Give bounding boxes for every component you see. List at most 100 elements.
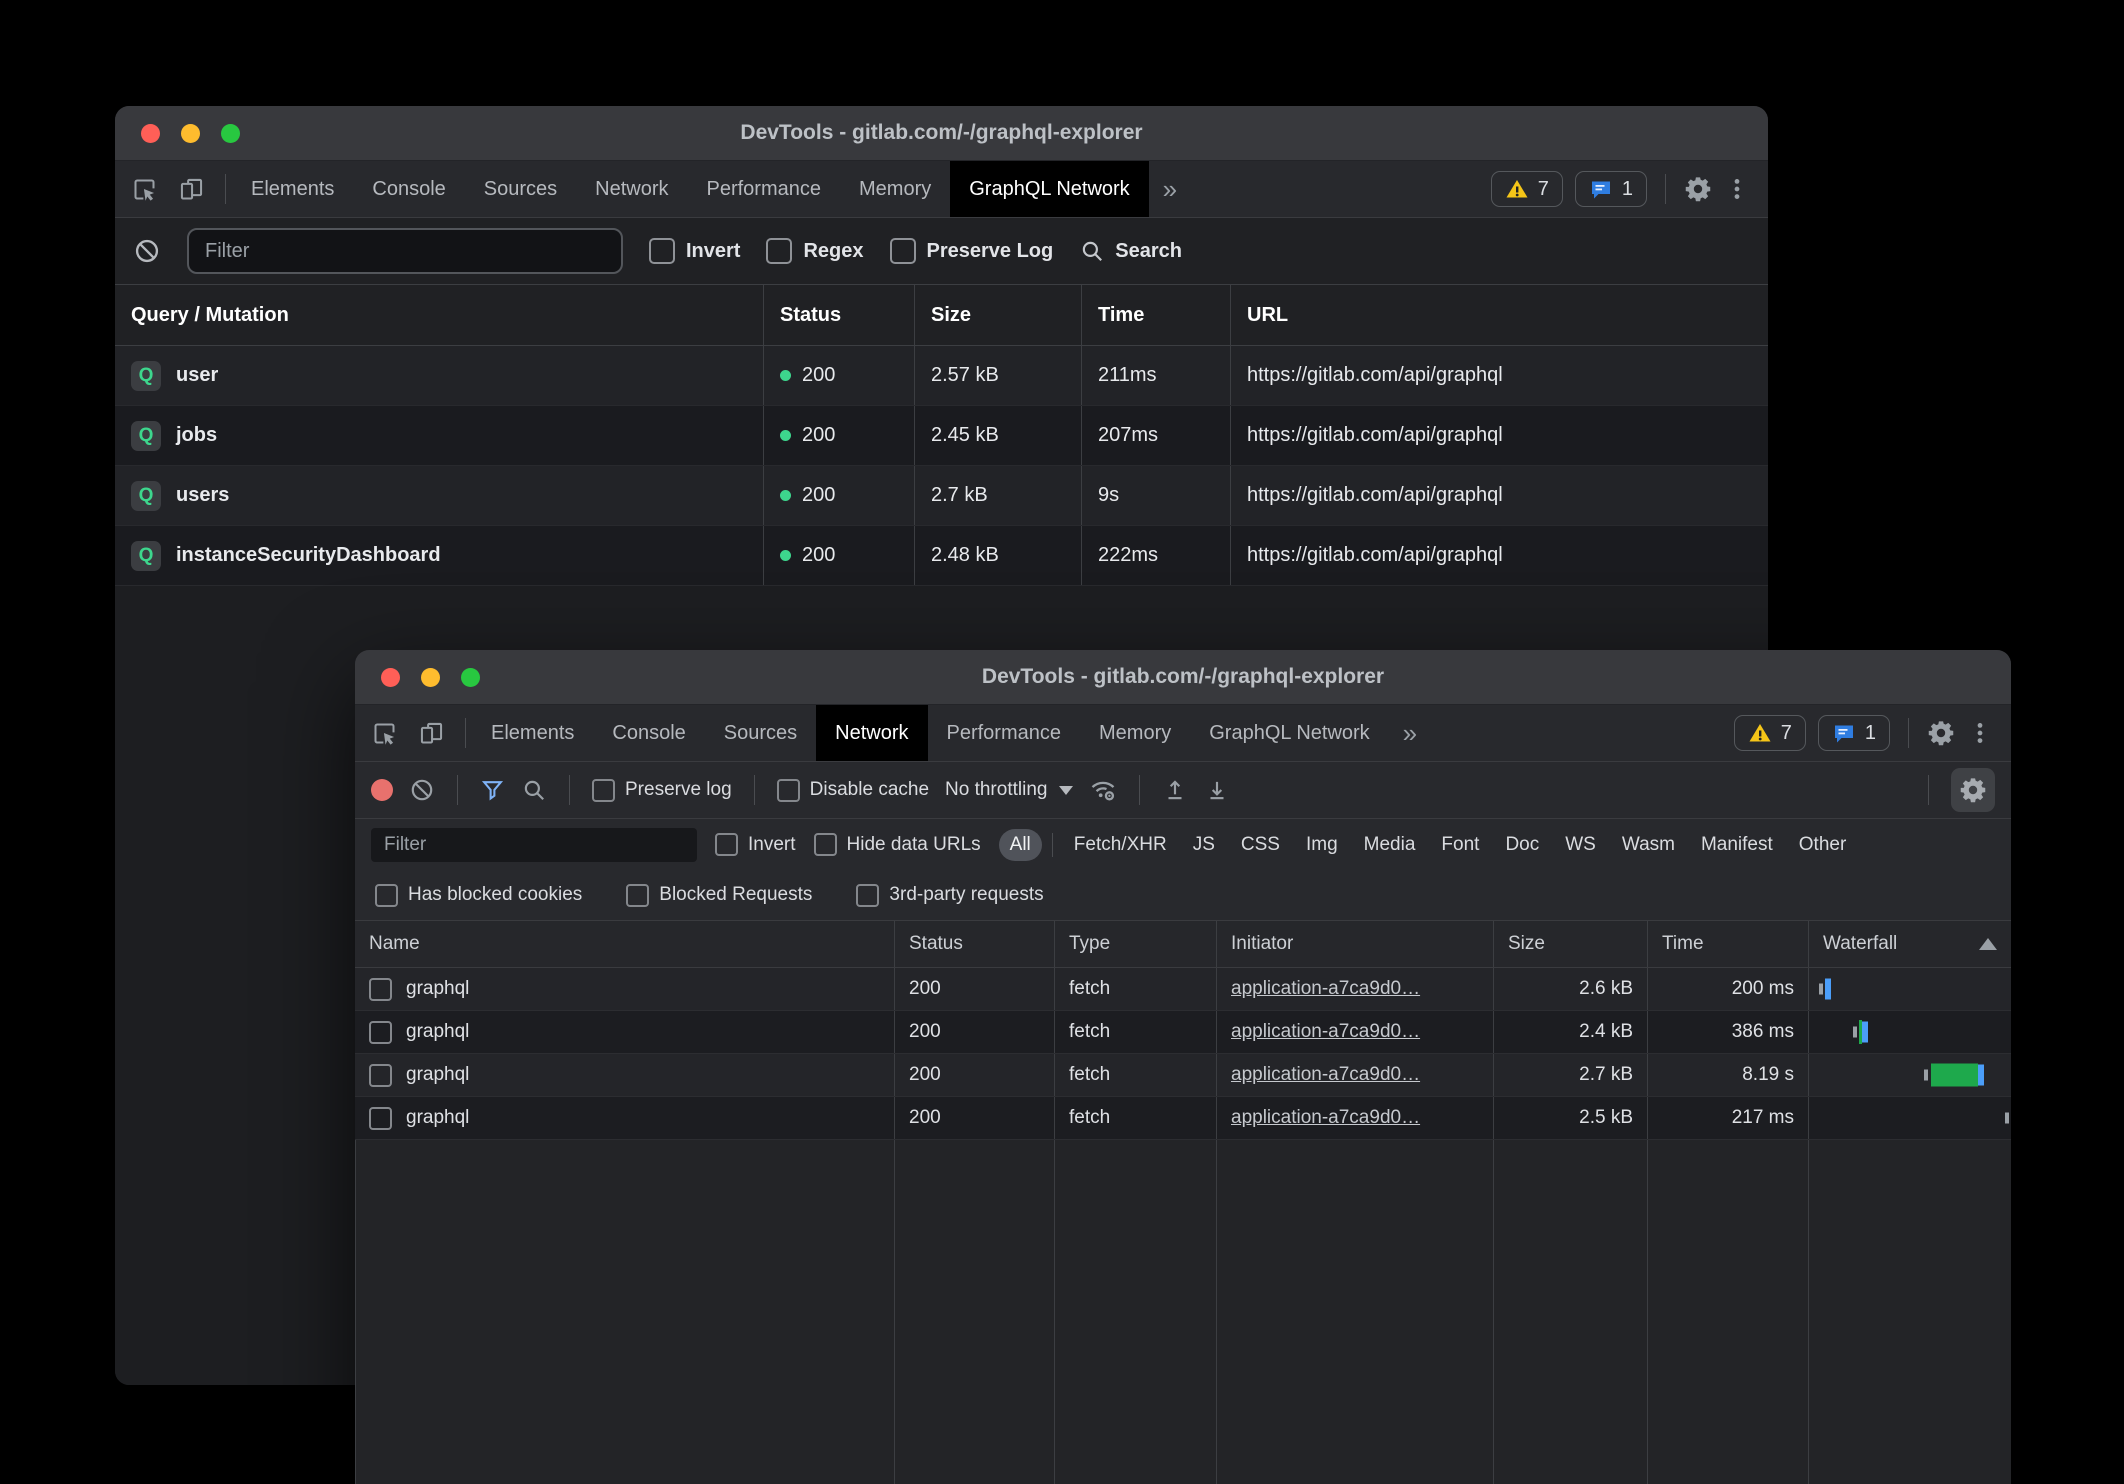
chip-css[interactable]: CSS xyxy=(1230,829,1291,861)
title-bar[interactable]: DevTools - gitlab.com/-/graphql-explorer xyxy=(115,106,1768,161)
warnings-badge[interactable]: 7 xyxy=(1491,171,1563,207)
chip-media[interactable]: Media xyxy=(1353,829,1427,861)
table-row[interactable]: Qjobs 200 2.45 kB 207ms https://gitlab.c… xyxy=(115,406,1768,466)
blocked-requests-checkbox[interactable]: Blocked Requests xyxy=(626,884,812,907)
zoom-window-button[interactable] xyxy=(221,124,240,143)
close-window-button[interactable] xyxy=(381,668,400,687)
tab-memory[interactable]: Memory xyxy=(1080,705,1190,761)
tab-memory[interactable]: Memory xyxy=(840,161,950,217)
messages-badge[interactable]: 1 xyxy=(1575,171,1647,207)
search-icon[interactable] xyxy=(521,777,547,803)
tab-performance[interactable]: Performance xyxy=(688,161,841,217)
kebab-menu-icon[interactable] xyxy=(1967,720,1993,746)
chip-wasm[interactable]: Wasm xyxy=(1611,829,1686,861)
export-har-icon[interactable] xyxy=(1204,777,1230,803)
table-row[interactable]: graphql 200 fetch application-a7ca9d0… 2… xyxy=(355,1011,2011,1054)
column-header-size[interactable]: Size xyxy=(914,285,1081,345)
record-icon[interactable] xyxy=(371,779,393,801)
kebab-menu-icon[interactable] xyxy=(1724,176,1750,202)
table-row[interactable]: Qusers 200 2.7 kB 9s https://gitlab.com/… xyxy=(115,466,1768,526)
column-header-type[interactable]: Type xyxy=(1054,921,1216,967)
row-checkbox[interactable] xyxy=(369,978,392,1001)
chip-img[interactable]: Img xyxy=(1295,829,1349,861)
search-toggle[interactable]: Search xyxy=(1079,238,1182,264)
initiator-link[interactable]: application-a7ca9d0… xyxy=(1231,1064,1420,1086)
inspect-icon[interactable] xyxy=(371,720,398,747)
tab-graphql-network[interactable]: GraphQL Network xyxy=(1190,705,1388,761)
column-header-time[interactable]: Time xyxy=(1647,921,1808,967)
minimize-window-button[interactable] xyxy=(181,124,200,143)
table-row[interactable]: Quser 200 2.57 kB 211ms https://gitlab.c… xyxy=(115,346,1768,406)
invert-checkbox[interactable]: Invert xyxy=(649,238,740,264)
import-har-icon[interactable] xyxy=(1162,777,1188,803)
close-window-button[interactable] xyxy=(141,124,160,143)
hide-data-urls-checkbox[interactable]: Hide data URLs xyxy=(814,833,981,856)
tab-elements[interactable]: Elements xyxy=(472,705,593,761)
tab-network[interactable]: Network xyxy=(816,705,927,761)
tab-performance[interactable]: Performance xyxy=(928,705,1081,761)
tab-console[interactable]: Console xyxy=(593,705,704,761)
column-header-status[interactable]: Status xyxy=(894,921,1054,967)
minimize-window-button[interactable] xyxy=(421,668,440,687)
warnings-badge[interactable]: 7 xyxy=(1734,715,1806,751)
table-row[interactable]: graphql 200 fetch application-a7ca9d0… 2… xyxy=(355,968,2011,1011)
chip-fetch-xhr[interactable]: Fetch/XHR xyxy=(1063,829,1178,861)
filter-input[interactable]: Filter xyxy=(187,228,623,274)
filter-input[interactable]: Filter xyxy=(371,828,697,862)
messages-badge[interactable]: 1 xyxy=(1818,715,1890,751)
row-checkbox[interactable] xyxy=(369,1064,392,1087)
column-header-initiator[interactable]: Initiator xyxy=(1216,921,1493,967)
chip-all[interactable]: All xyxy=(999,829,1042,861)
status-dot xyxy=(780,370,791,381)
table-row[interactable]: graphql 200 fetch application-a7ca9d0… 2… xyxy=(355,1054,2011,1097)
device-toolbar-icon[interactable] xyxy=(178,176,205,203)
preserve-log-checkbox[interactable]: Preserve Log xyxy=(890,238,1054,264)
throttling-dropdown[interactable]: No throttling xyxy=(945,779,1073,801)
tab-elements[interactable]: Elements xyxy=(232,161,353,217)
preserve-log-checkbox[interactable]: Preserve log xyxy=(592,779,732,802)
table-row[interactable]: QinstanceSecurityDashboard 200 2.48 kB 2… xyxy=(115,526,1768,586)
tab-sources[interactable]: Sources xyxy=(465,161,576,217)
column-header-query-mutation[interactable]: Query / Mutation xyxy=(115,285,763,345)
has-blocked-cookies-checkbox[interactable]: Has blocked cookies xyxy=(375,884,582,907)
chip-doc[interactable]: Doc xyxy=(1494,829,1550,861)
clear-icon[interactable] xyxy=(409,777,435,803)
column-header-waterfall[interactable]: Waterfall xyxy=(1808,921,2011,967)
third-party-requests-checkbox[interactable]: 3rd-party requests xyxy=(856,884,1043,907)
tab-network[interactable]: Network xyxy=(576,161,687,217)
column-header-size[interactable]: Size xyxy=(1493,921,1647,967)
chip-other[interactable]: Other xyxy=(1788,829,1858,861)
regex-checkbox[interactable]: Regex xyxy=(766,238,863,264)
tab-console[interactable]: Console xyxy=(353,161,464,217)
inspect-icon[interactable] xyxy=(131,176,158,203)
filter-funnel-icon[interactable] xyxy=(480,778,505,803)
gear-icon[interactable] xyxy=(1927,719,1955,747)
chip-manifest[interactable]: Manifest xyxy=(1690,829,1784,861)
row-checkbox[interactable] xyxy=(369,1107,392,1130)
initiator-link[interactable]: application-a7ca9d0… xyxy=(1231,1107,1420,1129)
column-header-name[interactable]: Name xyxy=(355,921,894,967)
initiator-link[interactable]: application-a7ca9d0… xyxy=(1231,978,1420,1000)
more-tabs-button[interactable]: » xyxy=(1389,705,1431,761)
initiator-link[interactable]: application-a7ca9d0… xyxy=(1231,1021,1420,1043)
chip-font[interactable]: Font xyxy=(1430,829,1490,861)
gear-icon[interactable] xyxy=(1684,175,1712,203)
row-checkbox[interactable] xyxy=(369,1021,392,1044)
block-icon[interactable] xyxy=(133,237,161,265)
network-settings-gear-icon[interactable] xyxy=(1951,768,1995,812)
disable-cache-checkbox[interactable]: Disable cache xyxy=(777,779,929,802)
chip-ws[interactable]: WS xyxy=(1554,829,1607,861)
tab-graphql-network[interactable]: GraphQL Network xyxy=(950,161,1148,217)
more-tabs-button[interactable]: » xyxy=(1149,161,1191,217)
zoom-window-button[interactable] xyxy=(461,668,480,687)
column-header-status[interactable]: Status xyxy=(763,285,914,345)
title-bar[interactable]: DevTools - gitlab.com/-/graphql-explorer xyxy=(355,650,2011,705)
invert-checkbox[interactable]: Invert xyxy=(715,833,796,856)
column-header-url[interactable]: URL xyxy=(1230,285,1768,345)
column-header-time[interactable]: Time xyxy=(1081,285,1230,345)
tab-sources[interactable]: Sources xyxy=(705,705,816,761)
device-toolbar-icon[interactable] xyxy=(418,720,445,747)
chip-js[interactable]: JS xyxy=(1182,829,1226,861)
network-conditions-icon[interactable] xyxy=(1089,776,1117,804)
table-row[interactable]: graphql 200 fetch application-a7ca9d0… 2… xyxy=(355,1097,2011,1140)
